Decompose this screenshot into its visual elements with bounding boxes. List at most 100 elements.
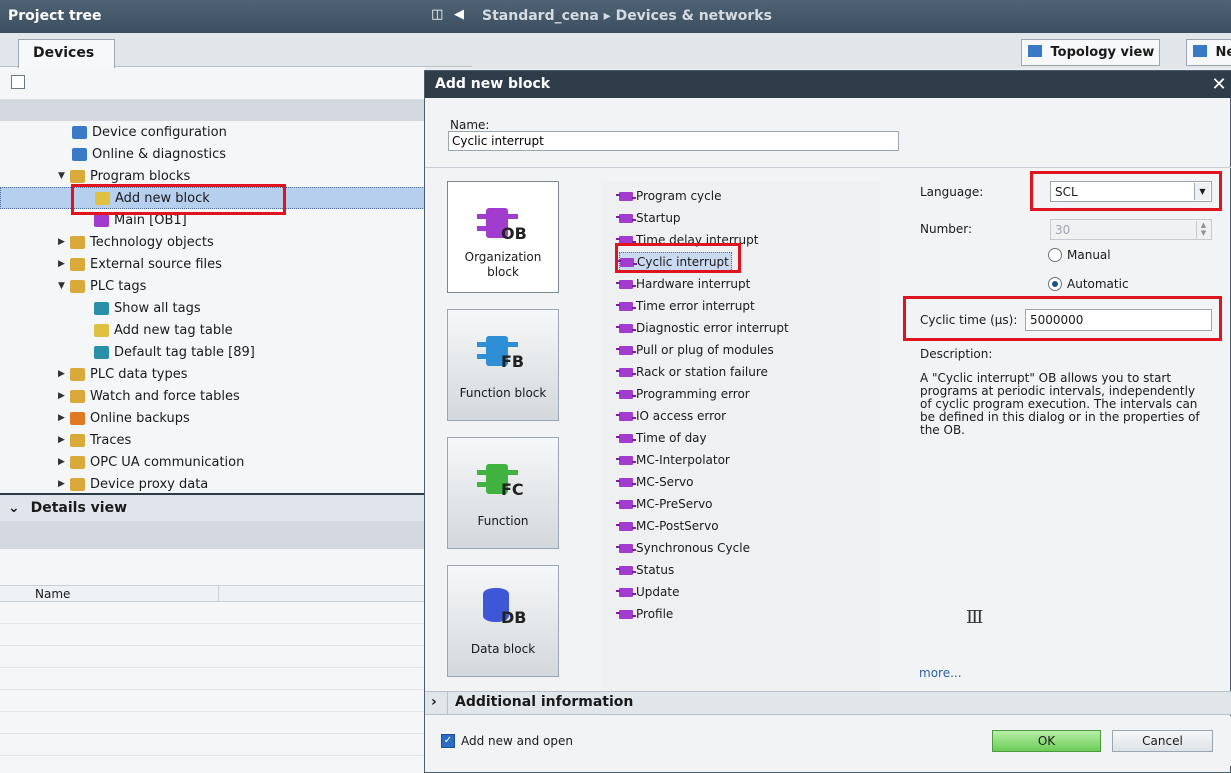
expand-down-icon[interactable]: ▼ (58, 281, 70, 291)
data-block-button[interactable]: DB Data block (447, 565, 559, 677)
radio-manual[interactable]: Manual (1048, 248, 1111, 262)
expand-right-icon[interactable]: ▶ (58, 391, 70, 401)
ob-item-profile[interactable]: Profile (616, 604, 674, 624)
function-button[interactable]: FC Function (447, 437, 559, 549)
additional-info-bar[interactable]: › Additional information (425, 691, 1231, 715)
details-row-line (0, 733, 425, 734)
tree-item-online-backups[interactable]: ▶ Online backups (58, 407, 190, 429)
ob-item-startup[interactable]: Startup (616, 208, 681, 228)
column-name[interactable]: Name (35, 587, 70, 601)
block-tag: FC (501, 480, 524, 499)
function-block-button[interactable]: FB Function block (447, 309, 559, 421)
tree-item-label: External source files (90, 256, 222, 272)
tab-devices[interactable]: Devices (18, 39, 115, 68)
cyclic-time-input[interactable]: 5000000 (1025, 309, 1212, 331)
tree-item-plc-tags[interactable]: ▼ PLC tags (58, 275, 146, 297)
details-view-header[interactable]: ⌄ Details view (0, 493, 425, 521)
ob-item-time-error-interrupt[interactable]: Time error interrupt (616, 296, 755, 316)
language-select[interactable]: SCL ▼ (1050, 181, 1212, 202)
ob-item-rack-failure[interactable]: Rack or station failure (616, 362, 768, 382)
name-input[interactable] (448, 131, 899, 151)
tree-item-device-configuration[interactable]: Device configuration (72, 121, 227, 143)
expand-right-icon[interactable]: ▶ (58, 259, 70, 269)
add-block-icon (95, 191, 110, 205)
ob-item-time-of-day[interactable]: Time of day (616, 428, 707, 448)
tree-item-program-blocks[interactable]: ▼ Program blocks (58, 165, 190, 187)
column-divider[interactable] (218, 586, 219, 602)
additional-info-label: Additional information (455, 694, 634, 710)
chevron-down-icon[interactable]: ▼ (1194, 183, 1210, 200)
tree-item-plc-data-types[interactable]: ▶ PLC data types (58, 363, 188, 385)
ob-item-update[interactable]: Update (616, 582, 680, 602)
ob-item-cyclic-interrupt[interactable]: Cyclic interrupt (617, 252, 732, 272)
ob-item-mc-servo[interactable]: MC-Servo (616, 472, 693, 492)
details-body (0, 602, 425, 773)
ob-item-programming-error[interactable]: Programming error (616, 384, 750, 404)
tab-label: Ne (1215, 45, 1231, 60)
block-pin (477, 482, 487, 487)
tree-item-traces[interactable]: ▶ Traces (58, 429, 131, 451)
tree-view-icon[interactable] (11, 75, 25, 89)
dialog-footer: ✓ Add new and open OK Cancel (425, 716, 1231, 766)
tree-item-show-all-tags[interactable]: Show all tags (94, 297, 201, 319)
chevron-down-icon[interactable]: ⌄ (8, 500, 20, 516)
add-new-and-open-checkbox[interactable]: ✓ Add new and open (441, 734, 573, 748)
tree-item-device-proxy-data[interactable]: ▶ Device proxy data (58, 473, 209, 492)
tree-item-label: Device proxy data (90, 476, 209, 492)
tree-item-opc-ua[interactable]: ▶ OPC UA communication (58, 451, 244, 473)
expand-right-icon[interactable]: ▶ (58, 369, 70, 379)
tree-item-label: Online backups (90, 410, 190, 426)
ob-item-hardware-interrupt[interactable]: Hardware interrupt (616, 274, 750, 294)
expand-down-icon[interactable]: ▼ (58, 171, 70, 181)
tree-item-technology-objects[interactable]: ▶ Technology objects (58, 231, 214, 253)
ob-item-diagnostic-error-interrupt[interactable]: Diagnostic error interrupt (616, 318, 789, 338)
expand-right-icon[interactable]: ▶ (58, 237, 70, 247)
tree-item-watch-force-tables[interactable]: ▶ Watch and force tables (58, 385, 240, 407)
ob-icon (616, 323, 636, 333)
list-item: MC-PreServo (636, 497, 713, 511)
ob-icon (616, 235, 636, 245)
more-link[interactable]: more... (919, 666, 962, 680)
devices-tabbar: Devices (0, 33, 472, 68)
expand-right-icon[interactable]: ▶ (58, 479, 70, 489)
tree-item-label: OPC UA communication (90, 454, 245, 470)
ob-item-io-access-error[interactable]: IO access error (616, 406, 726, 426)
expand-right-icon[interactable]: ▶ (58, 435, 70, 445)
details-row-line (0, 645, 425, 646)
ob-item-mc-interpolator[interactable]: MC-Interpolator (616, 450, 730, 470)
description-text: A "Cyclic interrupt" OB allows you to st… (920, 371, 1200, 437)
tree-item-main-ob1[interactable]: Main [OB1] (94, 209, 187, 231)
split-icon[interactable]: ◫ (431, 7, 443, 22)
block-tag: DB (501, 608, 527, 627)
close-icon[interactable]: ✕ (1208, 71, 1230, 98)
organization-block-button[interactable]: OB Organization block (447, 181, 559, 293)
ob-item-time-delay-interrupt[interactable]: Time delay interrupt (616, 230, 759, 250)
tree-item-add-new-block[interactable]: Add new block (0, 187, 425, 209)
ok-button[interactable]: OK (992, 730, 1101, 752)
folder-icon (70, 235, 85, 249)
ob-item-program-cycle[interactable]: Program cycle (616, 186, 721, 206)
ob-icon (617, 257, 637, 267)
tree-item-default-tag-table[interactable]: Default tag table [89] (94, 341, 255, 363)
ob-item-mc-preservo[interactable]: MC-PreServo (616, 494, 713, 514)
checkbox-label: Add new and open (461, 734, 574, 748)
ob-item-status[interactable]: Status (616, 560, 674, 580)
cancel-button[interactable]: Cancel (1112, 730, 1213, 752)
list-item: Update (636, 585, 680, 599)
tab-network-view[interactable]: Ne (1186, 39, 1231, 66)
collapse-left-icon[interactable]: ◀ (454, 7, 464, 22)
ob-item-synchronous-cycle[interactable]: Synchronous Cycle (616, 538, 750, 558)
expand-right-icon[interactable]: ▶ (58, 413, 70, 423)
ob-item-pull-or-plug[interactable]: Pull or plug of modules (616, 340, 774, 360)
list-item: Time delay interrupt (636, 233, 759, 247)
spinner-icon: ▲ ▼ (1196, 221, 1210, 238)
tree-item-external-source-files[interactable]: ▶ External source files (58, 253, 222, 275)
expand-right-icon[interactable]: ▶ (58, 457, 70, 467)
ob-item-mc-postservo[interactable]: MC-PostServo (616, 516, 719, 536)
tree-item-add-new-tag-table[interactable]: Add new tag table (94, 319, 233, 341)
tab-topology-view[interactable]: Topology view (1021, 39, 1160, 66)
tree-item-online-diagnostics[interactable]: Online & diagnostics (72, 143, 226, 165)
radio-automatic[interactable]: Automatic (1048, 277, 1129, 291)
list-item: Profile (636, 607, 674, 621)
chevron-right-icon[interactable]: › (431, 694, 437, 710)
